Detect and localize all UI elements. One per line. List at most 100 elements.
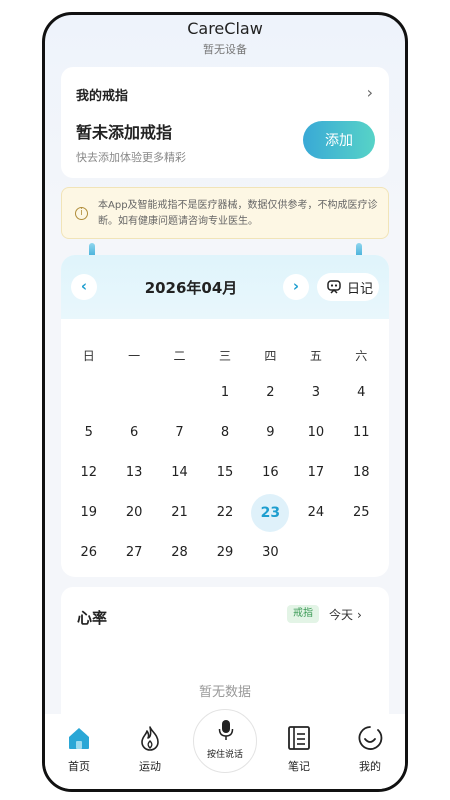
day-number: 18 xyxy=(353,465,370,480)
day-cell[interactable]: 26 xyxy=(66,533,111,573)
my-ring-card[interactable]: 我的戒指 › 暂未添加戒指 快去添加体验更多精彩 添加 xyxy=(61,67,389,178)
day-number: 1 xyxy=(220,385,230,400)
day-cell[interactable]: 2 xyxy=(248,373,293,413)
medical-disclaimer: i 本App及智能戒指不是医疗器械，数据仅供参考，不构成医疗诊断。如有健康问题请… xyxy=(61,187,389,239)
ring-hint-text: 快去添加体验更多精彩 xyxy=(76,151,186,164)
day-number: 8 xyxy=(220,425,230,440)
day-cell[interactable]: 1 xyxy=(202,373,247,413)
day-cell[interactable]: 16 xyxy=(248,453,293,493)
day-cell[interactable]: 7 xyxy=(157,413,202,453)
day-cell[interactable]: 22 xyxy=(202,493,247,533)
nav-home[interactable]: 首页 xyxy=(51,724,107,774)
day-cell[interactable]: 25 xyxy=(339,493,384,533)
day-number: 12 xyxy=(80,465,97,480)
weekday-label: 一 xyxy=(128,349,141,363)
day-cell[interactable]: 24 xyxy=(293,493,338,533)
microphone-icon xyxy=(218,720,234,740)
nav-notes-label: 笔记 xyxy=(288,760,310,773)
period-selector[interactable]: 今天 › xyxy=(329,606,362,623)
robot-icon xyxy=(327,280,341,294)
next-month-button[interactable]: › xyxy=(283,274,309,300)
weekday-row: 日一二三四五六 xyxy=(66,347,384,367)
day-cell[interactable]: 12 xyxy=(66,453,111,493)
nav-sport[interactable]: 运动 xyxy=(122,724,178,774)
day-cell[interactable]: 20 xyxy=(111,493,156,533)
day-cell[interactable]: 6 xyxy=(111,413,156,453)
info-icon: i xyxy=(75,207,88,220)
diary-button[interactable]: 日记 xyxy=(317,273,379,301)
day-cell[interactable]: 15 xyxy=(202,453,247,493)
day-number: 30 xyxy=(262,545,279,560)
day-cell[interactable]: 21 xyxy=(157,493,202,533)
nav-notes[interactable]: 笔记 xyxy=(271,724,327,774)
home-icon xyxy=(69,728,89,749)
day-number: 20 xyxy=(125,505,143,520)
weekday-label: 日 xyxy=(82,349,95,363)
weekday-label: 二 xyxy=(173,349,186,363)
heart-rate-title: 心率 xyxy=(77,609,108,627)
day-cell[interactable]: 8 xyxy=(202,413,247,453)
day-cell[interactable]: 11 xyxy=(339,413,384,453)
day-cell[interactable]: 17 xyxy=(293,453,338,493)
add-ring-button[interactable]: 添加 xyxy=(303,121,375,159)
day-cell[interactable]: 28 xyxy=(157,533,202,573)
phone-frame: CareClaw 暂无设备 我的戒指 › 暂未添加戒指 快去添加体验更多精彩 添… xyxy=(42,12,408,792)
day-cell[interactable]: 14 xyxy=(157,453,202,493)
device-status: 暂无设备 xyxy=(203,43,247,56)
empty-state-text: 暂无数据 xyxy=(198,685,251,700)
day-cell[interactable]: 29 xyxy=(202,533,247,573)
day-number: 22 xyxy=(216,505,234,520)
day-number: 4 xyxy=(357,385,366,400)
weekday-label: 三 xyxy=(218,349,231,363)
source-badge: 戒指 xyxy=(287,605,319,623)
hold-to-talk-button[interactable]: 按住说话 xyxy=(193,709,257,773)
day-cell[interactable]: 5 xyxy=(66,413,111,453)
day-cell[interactable]: 19 xyxy=(66,493,111,533)
day-cell[interactable]: 13 xyxy=(111,453,156,493)
day-number: 25 xyxy=(353,505,370,520)
day-cell-today[interactable]: 23 xyxy=(248,493,293,533)
day-number: 28 xyxy=(171,545,188,560)
day-number: 5 xyxy=(84,425,93,440)
nav-sport-label: 运动 xyxy=(139,760,161,773)
month-label: 2026年04月 xyxy=(144,279,238,297)
bottom-nav: 首页 运动 按住说话 笔记 我的 xyxy=(45,709,405,789)
day-number: 26 xyxy=(80,545,97,560)
screen: CareClaw 暂无设备 我的戒指 › 暂未添加戒指 快去添加体验更多精彩 添… xyxy=(45,15,405,789)
day-cell[interactable]: 18 xyxy=(339,453,384,493)
day-number: 27 xyxy=(125,545,143,560)
weekday-label: 四 xyxy=(264,349,277,363)
day-number: 29 xyxy=(216,545,234,560)
weekday-label: 六 xyxy=(355,349,368,363)
day-number: 14 xyxy=(171,465,188,480)
day-cell[interactable]: 10 xyxy=(293,413,338,453)
empty-day-cell xyxy=(66,373,111,413)
day-number: 3 xyxy=(311,385,320,400)
disclaimer-text: 本App及智能戒指不是医疗器械，数据仅供参考，不构成医疗诊断。如有健康问题请咨询… xyxy=(98,200,378,227)
day-number: 10 xyxy=(307,425,325,440)
day-cell[interactable]: 4 xyxy=(339,373,384,413)
ring-card-title: 我的戒指 xyxy=(76,89,129,104)
nav-mine-label: 我的 xyxy=(359,760,381,773)
day-number: 11 xyxy=(353,425,370,440)
period-label: 今天 xyxy=(329,608,354,622)
day-number: 16 xyxy=(262,465,279,480)
nav-mine[interactable]: 我的 xyxy=(342,724,398,774)
day-number: 19 xyxy=(80,505,97,520)
day-number: 6 xyxy=(129,425,139,440)
day-cell[interactable]: 30 xyxy=(248,533,293,573)
day-cell[interactable]: 27 xyxy=(111,533,156,573)
chevron-right-icon: › xyxy=(357,608,362,622)
day-cell[interactable]: 3 xyxy=(293,373,338,413)
chevron-right-icon[interactable]: › xyxy=(367,83,373,102)
day-number: 17 xyxy=(307,465,325,480)
day-number: 13 xyxy=(125,465,143,480)
weekday-label: 五 xyxy=(309,349,322,363)
empty-day-cell xyxy=(157,373,202,413)
day-number: 21 xyxy=(171,505,188,520)
day-number: 24 xyxy=(307,505,325,520)
notebook-icon xyxy=(288,726,310,750)
day-number: 23 xyxy=(260,505,281,521)
day-cell[interactable]: 9 xyxy=(248,413,293,453)
hold-to-talk-label: 按住说话 xyxy=(206,750,243,760)
